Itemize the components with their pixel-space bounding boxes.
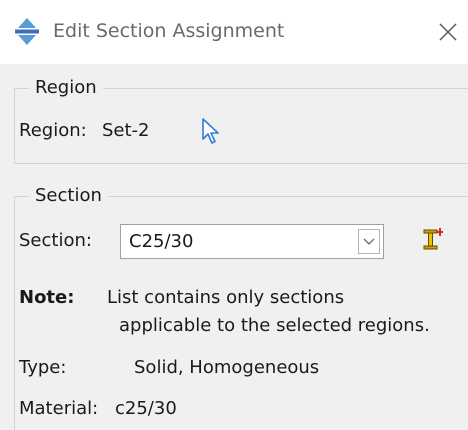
section-group-legend: Section: [35, 185, 102, 206]
type-value: Solid, Homogeneous: [134, 357, 320, 378]
material-value: c25/30: [115, 398, 177, 419]
note-label: Note:: [19, 287, 75, 308]
region-value: Set-2: [102, 120, 150, 141]
chevron-down-icon: [363, 238, 375, 245]
type-label: Type:: [19, 357, 67, 378]
region-group-legend: Region: [35, 77, 97, 98]
section-select[interactable]: C25/30: [120, 224, 384, 259]
note-line-1: List contains only sections: [107, 287, 345, 308]
section-dropdown-button[interactable]: [358, 229, 380, 254]
section-label: Section:: [19, 230, 92, 251]
section-manager-icon[interactable]: [421, 226, 443, 254]
section-select-value: C25/30: [129, 231, 194, 252]
dialog-title: Edit Section Assignment: [53, 20, 285, 42]
dialog-titlebar[interactable]: Edit Section Assignment: [0, 0, 468, 64]
note-line-2: applicable to the selected regions.: [119, 315, 430, 336]
region-label: Region:: [19, 120, 87, 141]
section-assignment-icon: [15, 18, 39, 45]
material-label: Material:: [19, 398, 99, 419]
close-icon[interactable]: [436, 20, 460, 44]
cursor-arrow-icon[interactable]: [201, 117, 221, 145]
